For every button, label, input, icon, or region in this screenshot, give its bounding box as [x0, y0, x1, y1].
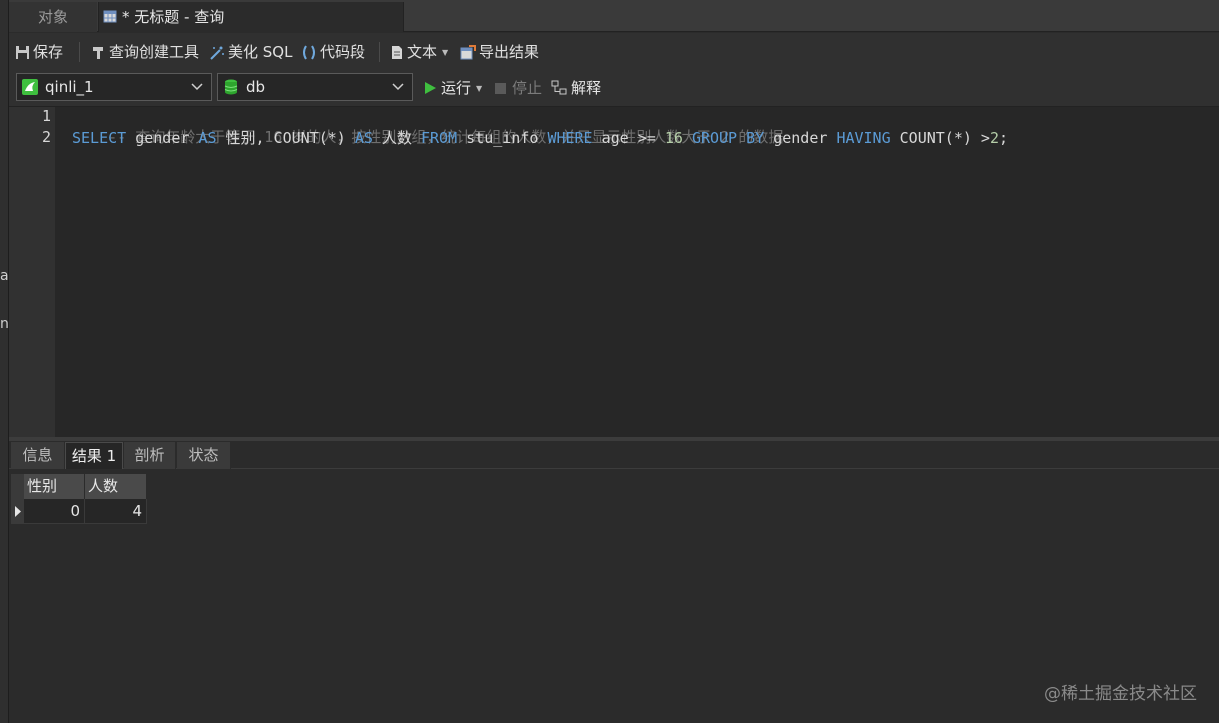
query-builder-button[interactable]: 查询创建工具: [91, 41, 199, 63]
explain-button[interactable]: 解释: [551, 77, 601, 99]
left-edge-char: a: [0, 268, 9, 284]
database-select[interactable]: db: [217, 73, 413, 101]
mysql-connection-icon: [22, 79, 38, 95]
chevron-down-icon[interactable]: ▼: [442, 42, 448, 64]
sql-token: 性别, COUNT(*): [216, 129, 355, 147]
sql-keyword: WHERE: [547, 129, 593, 147]
code-snippet-label: 代码段: [320, 43, 366, 61]
database-value: db: [246, 78, 266, 96]
tab-bar: 对象 * 无标题 - 查询: [9, 0, 1219, 32]
line-number-gutter: 1 2: [9, 107, 55, 437]
row-selector[interactable]: [11, 499, 24, 524]
stop-icon: [495, 83, 506, 94]
sql-number: 2: [989, 129, 999, 147]
query-table-icon: [103, 10, 117, 23]
tab-result-1[interactable]: 结果 1: [65, 442, 123, 469]
save-label: 保存: [33, 43, 64, 61]
connection-select[interactable]: qinli_1: [16, 73, 212, 101]
sql-keyword: SELECT: [72, 129, 127, 147]
sql-keyword: GROUP BY: [691, 129, 765, 147]
code-snippet-button[interactable]: 代码段: [301, 41, 365, 63]
toolbar-divider: [379, 42, 380, 62]
text-mode-button[interactable]: 文本 ▼: [390, 41, 448, 63]
toolbar-divider: [79, 42, 80, 62]
stop-button[interactable]: 停止: [494, 77, 542, 99]
hammer-icon: [93, 47, 103, 59]
play-icon: [425, 82, 436, 94]
row-pointer-icon: [15, 506, 21, 517]
stop-label: 停止: [512, 79, 543, 97]
tab-objects[interactable]: 对象: [9, 2, 97, 32]
sql-keyword: AS: [198, 129, 217, 147]
connection-bar: qinli_1 db 运行 ▼ 停止 解释: [9, 69, 1219, 107]
sql-token: age >=: [592, 129, 665, 147]
tab-query[interactable]: * 无标题 - 查询: [98, 2, 404, 32]
magic-wand-icon: [210, 46, 224, 60]
database-icon: [224, 79, 238, 95]
toolbar: 保存 查询创建工具 美化 SQL 代码段 文本 ▼ 导出结果: [9, 33, 1219, 69]
explain-icon: [551, 80, 567, 95]
beautify-sql-label: 美化 SQL: [228, 43, 293, 61]
run-button[interactable]: 运行 ▼: [424, 77, 482, 99]
chevron-down-icon: [392, 83, 404, 91]
sql-token: gender: [764, 129, 837, 147]
run-label: 运行: [441, 79, 472, 97]
sql-token: ;: [999, 129, 1009, 147]
column-header[interactable]: 性别: [24, 474, 85, 499]
query-builder-label: 查询创建工具: [109, 43, 200, 61]
tab-profile[interactable]: 剖析: [124, 442, 176, 469]
tab-query-label: * 无标题 - 查询: [122, 8, 225, 26]
sql-token: stu_info: [457, 129, 548, 147]
column-header[interactable]: 人数: [85, 474, 147, 499]
line-number: 2: [41, 128, 51, 146]
sql-keyword: FROM: [421, 129, 458, 147]
sql-editor[interactable]: 1 2 -- 查询年龄大于等于 16 岁的人，按性别分组，统计每组的人数，并只显…: [9, 107, 1219, 437]
sql-token: COUNT(*) >: [890, 129, 990, 147]
left-edge-char: n: [0, 316, 9, 332]
parentheses-icon: [303, 45, 315, 60]
explain-label: 解释: [571, 79, 602, 97]
sql-token: 人数: [372, 129, 421, 147]
text-mode-label: 文本: [407, 43, 438, 61]
left-panel-edge: a n: [0, 0, 9, 723]
export-results-label: 导出结果: [479, 43, 540, 61]
sql-number: 16: [664, 129, 683, 147]
row-header-corner: [11, 474, 24, 499]
beautify-sql-button[interactable]: 美化 SQL: [209, 41, 292, 63]
tab-status[interactable]: 状态: [177, 442, 231, 469]
save-icon: [16, 46, 29, 59]
chevron-down-icon[interactable]: ▼: [476, 78, 482, 100]
result-tabs: 信息 结果 1 剖析 状态: [9, 441, 1219, 469]
watermark: @稀土掘金技术社区: [1044, 684, 1197, 704]
sql-keyword: HAVING: [836, 129, 891, 147]
tab-info[interactable]: 信息: [11, 442, 65, 469]
code-line-2: SELECT gender AS 性别, COUNT(*) AS 人数 FROM…: [72, 128, 1008, 148]
table-cell[interactable]: 4: [85, 499, 147, 524]
chevron-down-icon: [191, 83, 203, 91]
save-button[interactable]: 保存: [15, 41, 63, 63]
export-table-icon: [460, 45, 476, 60]
export-results-button[interactable]: 导出结果: [460, 41, 539, 63]
table-cell[interactable]: 0: [24, 499, 85, 524]
line-number: 1: [41, 107, 51, 125]
sql-token: gender: [126, 129, 199, 147]
sql-keyword: AS: [354, 129, 373, 147]
connection-value: qinli_1: [45, 78, 94, 96]
document-icon: [392, 46, 402, 59]
